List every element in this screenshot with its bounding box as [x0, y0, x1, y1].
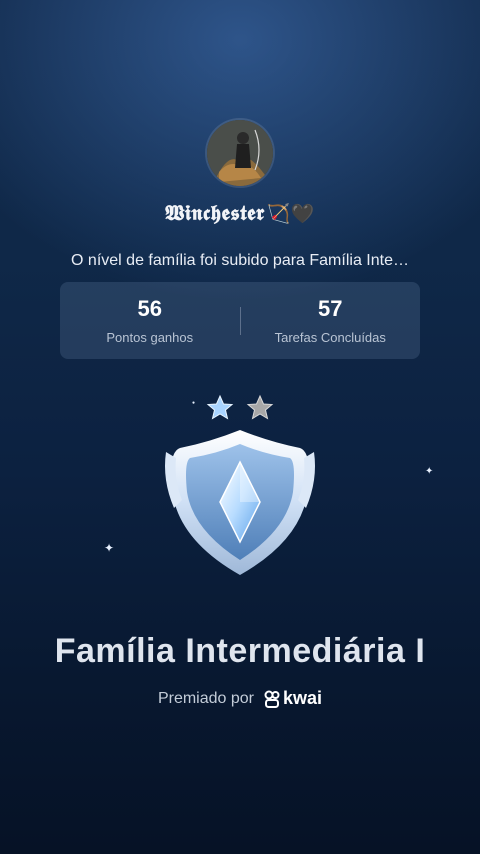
stats-panel: 56 Pontos ganhos 57 Tarefas Concluídas: [60, 282, 420, 359]
username-emoji: 🏹🖤: [266, 203, 316, 225]
sparkle-icon: ✦: [104, 541, 115, 555]
shield-diamond-icon: [165, 430, 315, 575]
stat-tasks: 57 Tarefas Concluídas: [241, 296, 421, 345]
kwai-brand-name: kwai: [283, 688, 323, 708]
stat-points-label: Pontos ganhos: [106, 330, 194, 345]
kwai-brand: kwai: [264, 688, 322, 709]
profile-avatar[interactable]: [207, 120, 273, 186]
stat-tasks-value: 57: [318, 296, 343, 321]
stat-points-value: 56: [137, 296, 162, 321]
username: 𝖂𝖎𝖓𝖈𝖍𝖊𝖘𝖙𝖊𝖗 🏹🖤: [0, 200, 480, 226]
stat-points: 56 Pontos ganhos: [60, 296, 240, 345]
kwai-logo-icon: [264, 690, 280, 708]
level-up-message: O nível de família foi subido para Famíl…: [71, 252, 409, 269]
awarded-by-label: Premiado por: [157, 689, 254, 707]
star-filled-icon: [206, 394, 234, 420]
avatar-image: [207, 120, 273, 186]
star-empty-icon: [246, 394, 274, 420]
level-title: Família Intermediária I: [54, 632, 426, 670]
username-text: 𝖂𝖎𝖓𝖈𝖍𝖊𝖘𝖙𝖊𝖗: [164, 200, 265, 225]
stat-tasks-label: Tarefas Concluídas: [274, 330, 386, 345]
awarded-by: Premiado por kwai: [0, 688, 480, 709]
sparkle-icon: ✦: [425, 466, 434, 477]
level-badge: [165, 394, 315, 575]
